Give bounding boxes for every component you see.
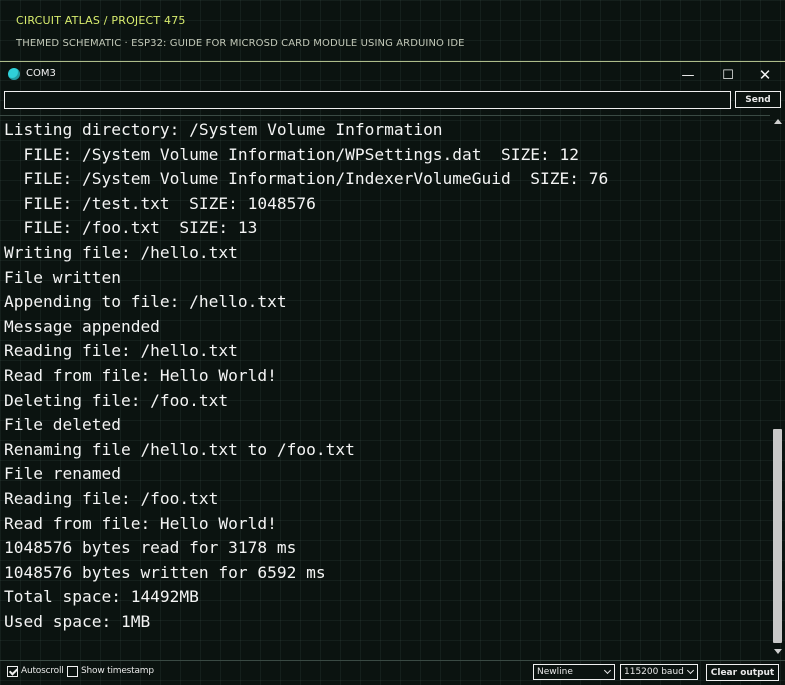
send-row: Send (0, 88, 785, 114)
output-line: FILE: /test.txt SIZE: 1048576 (4, 193, 316, 213)
scroll-down-icon[interactable] (774, 649, 782, 654)
output-line: Renaming file /hello.txt to /foo.txt (4, 439, 355, 459)
output-line: 1048576 bytes written for 6592 ms (4, 562, 326, 582)
output-line: Read from file: Hello World! (4, 513, 277, 533)
output-line: Reading file: /foo.txt (4, 489, 219, 508)
output-line: Message appended (4, 316, 160, 336)
output-line: Listing directory: /System Volume Inform… (4, 120, 443, 139)
output-line: 1048576 bytes read for 3178 ms (4, 538, 297, 558)
chevron-down-icon (686, 666, 695, 675)
line-ending-select[interactable]: Newline (533, 664, 615, 680)
output-line: File written (4, 267, 121, 287)
timestamp-checkbox[interactable] (67, 666, 78, 677)
output-line: File deleted (4, 415, 121, 435)
minimize-button[interactable]: — (670, 64, 706, 86)
output-line: File renamed (4, 464, 121, 484)
line-ending-value: Newline (537, 667, 573, 677)
autoscroll-label: Autoscroll (21, 666, 64, 676)
status-bar: Autoscroll Show timestamp Newline 115200… (0, 660, 785, 685)
output-line: FILE: /foo.txt SIZE: 13 (4, 218, 258, 238)
output-scrollbar[interactable] (770, 115, 785, 660)
scroll-up-icon[interactable] (774, 119, 782, 124)
serial-monitor-icon (8, 68, 20, 80)
output-line: Appending to file: /hello.txt (4, 292, 287, 312)
breadcrumb: CIRCUIT ATLAS / PROJECT 475 (16, 14, 186, 27)
clear-output-button[interactable]: Clear output (706, 664, 779, 681)
window-title: COM3 (26, 68, 56, 79)
baud-rate-select[interactable]: 115200 baud (620, 664, 698, 680)
page-subtitle: THEMED SCHEMATIC · ESP32: GUIDE FOR MICR… (16, 38, 465, 49)
scroll-thumb[interactable] (773, 429, 782, 643)
serial-input[interactable] (4, 91, 731, 109)
output-line: FILE: /System Volume Information/Indexer… (4, 169, 609, 189)
output-line: Used space: 1MB (4, 612, 151, 631)
send-button[interactable]: Send (735, 91, 781, 108)
close-button[interactable]: ✕ (747, 64, 783, 86)
chevron-down-icon (603, 666, 612, 675)
window-titlebar[interactable]: COM3 — ☐ ✕ (0, 63, 785, 87)
maximize-button[interactable]: ☐ (710, 64, 746, 86)
output-line: Total space: 14492MB (4, 587, 199, 607)
page-header: CIRCUIT ATLAS / PROJECT 475 THEMED SCHEM… (0, 0, 785, 62)
autoscroll-checkbox[interactable] (7, 666, 18, 677)
output-line: Reading file: /hello.txt (4, 341, 238, 361)
output-line: Read from file: Hello World! (4, 366, 277, 385)
output-line: Deleting file: /foo.txt (4, 390, 229, 410)
baud-rate-value: 115200 baud (624, 667, 684, 677)
timestamp-label: Show timestamp (81, 666, 154, 676)
serial-output[interactable]: Listing directory: /System Volume Inform… (0, 115, 770, 660)
output-line: FILE: /System Volume Information/WPSetti… (4, 144, 579, 164)
output-line: Writing file: /hello.txt (4, 243, 238, 262)
